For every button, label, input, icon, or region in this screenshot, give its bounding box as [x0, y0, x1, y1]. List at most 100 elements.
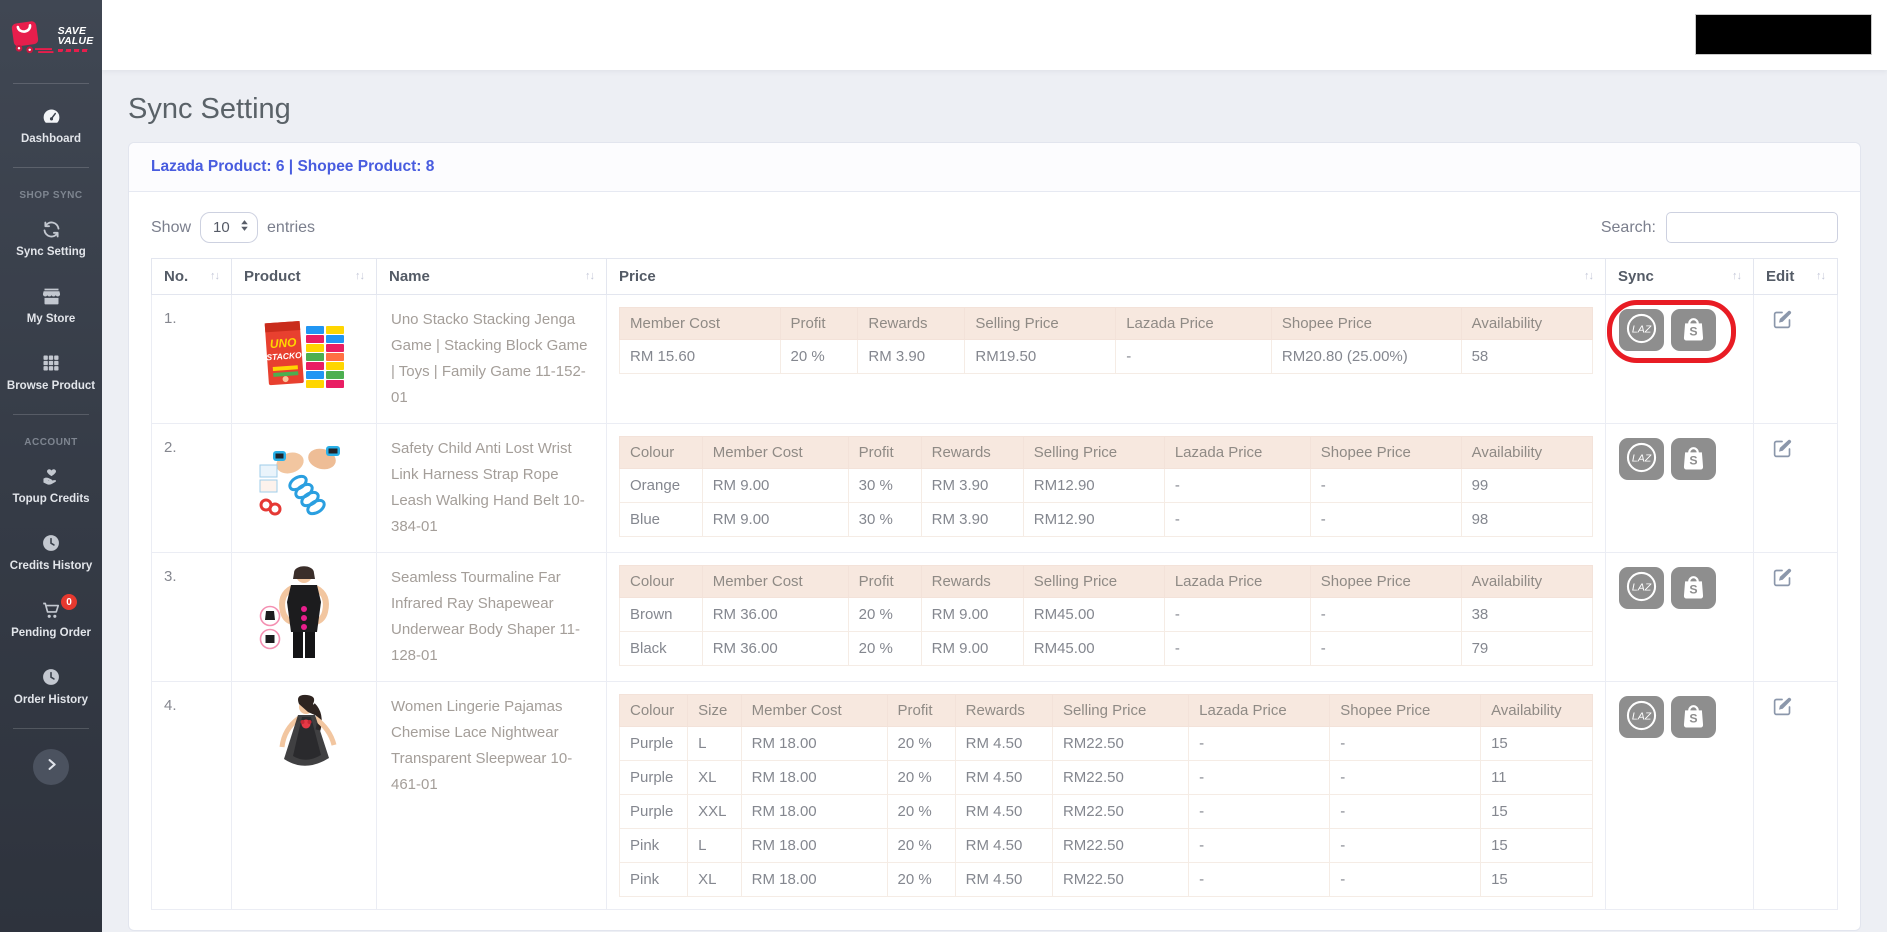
price-value: Pink [618, 862, 689, 897]
sidebar-item-dashboard[interactable]: Dashboard [0, 92, 102, 159]
price-value: RM 4.50 [954, 760, 1053, 795]
card-body: Show 10 entries Search: ↑↓ No. ↑↓ Produc… [129, 192, 1860, 930]
edit-button[interactable] [1772, 567, 1793, 593]
price-header-colour: Colour [619, 565, 703, 598]
price-value: 15 [1480, 862, 1593, 897]
sort-icon: ↑↓ [1584, 270, 1594, 282]
price-value: 20 % [886, 726, 956, 761]
speedometer-icon [40, 105, 62, 127]
column-header-sync[interactable]: ↑↓ Sync [1605, 258, 1754, 295]
price-header-rewards: Rewards [954, 694, 1053, 727]
row-number: 4. [151, 681, 232, 910]
shopee-icon: S [1678, 700, 1709, 734]
sidebar-collapse-button[interactable] [33, 749, 69, 785]
shopee-sync-button[interactable]: S [1671, 696, 1716, 738]
sidebar-item-credits-history[interactable]: Credits History [0, 519, 102, 586]
price-value: Purple [618, 726, 689, 761]
column-header-name[interactable]: ↑↓ Name [376, 258, 607, 295]
price-value: RM 9.00 [701, 468, 849, 503]
price-value: RM22.50 [1051, 726, 1190, 761]
sidebar-item-sync-setting[interactable]: Sync Setting [0, 205, 102, 272]
sidebar-divider [13, 414, 89, 415]
edit-cell [1753, 423, 1838, 553]
price-value: 15 [1480, 794, 1593, 829]
sync-icon [40, 218, 62, 240]
shopee-sync-button[interactable]: S [1671, 438, 1716, 480]
price-value: - [1188, 828, 1331, 863]
search-input[interactable] [1666, 212, 1838, 243]
product-name: Safety Child Anti Lost Wrist Link Harnes… [376, 423, 607, 553]
edit-button[interactable] [1772, 309, 1793, 335]
price-header-member-cost: Member Cost [619, 307, 781, 340]
main-area: Sync Setting Lazada Product: 6 | Shopee … [102, 0, 1887, 932]
lazada-sync-button[interactable]: LAZ [1619, 309, 1664, 351]
price-header-row: Colour Size Member Cost Profit Rewards Sellin… [618, 694, 1593, 727]
page-title: Sync Setting [128, 93, 291, 125]
clock-icon [40, 532, 62, 554]
topbar [102, 0, 1887, 70]
edit-button[interactable] [1772, 438, 1793, 464]
price-value: - [1329, 862, 1482, 897]
app-root: SAVE VALUE Dashboard SHOP SYNC Sync Settin… [0, 0, 1887, 932]
sidebar-item-order-history[interactable]: Order History [0, 653, 102, 720]
lazada-icon: LAZ [1624, 311, 1659, 349]
lazada-sync-button[interactable]: LAZ [1619, 438, 1664, 480]
edit-button[interactable] [1772, 696, 1793, 722]
sync-buttons: LAZ S [1619, 696, 1716, 738]
price-value: 98 [1460, 502, 1594, 537]
svg-text:LAZ: LAZ [1632, 453, 1652, 465]
column-label: Edit [1766, 268, 1795, 285]
price-value: 15 [1480, 828, 1593, 863]
price-header-selling-price: Selling Price [1051, 694, 1190, 727]
sidebar-divider [13, 83, 89, 84]
column-label: Price [619, 268, 656, 285]
product-name: Uno Stacko Stacking Jenga Game | Stackin… [376, 294, 607, 424]
price-value: RM 18.00 [740, 828, 888, 863]
page-size-control: Show 10 entries [151, 212, 315, 243]
price-value: RM 9.00 [920, 631, 1024, 666]
price-header-selling-price: Selling Price [1022, 436, 1165, 469]
shopee-icon: S [1678, 571, 1709, 605]
shopee-sync-button[interactable]: S [1671, 309, 1716, 351]
price-table: Colour Member Cost Profit Rewards Selling Pr… [619, 436, 1594, 537]
lazada-sync-button[interactable]: LAZ [1619, 567, 1664, 609]
product-name: Women Lingerie Pajamas Chemise Lace Nigh… [376, 681, 607, 910]
shopee-sync-button[interactable]: S [1671, 567, 1716, 609]
sidebar-item-browse-product[interactable]: Browse Product [0, 339, 102, 406]
lazada-icon: LAZ [1624, 440, 1659, 478]
price-header-row: Colour Member Cost Profit Rewards Selling Pr… [619, 436, 1594, 469]
column-header-price[interactable]: ↑↓ Price [606, 258, 1606, 295]
price-value: - [1188, 760, 1331, 795]
price-value: RM 18.00 [740, 726, 888, 761]
price-value: XXL [687, 794, 742, 829]
lingerie-sleepwear-image [231, 681, 377, 910]
price-row: Brown RM 36.00 20 % RM 9.00 RM45.00- -38 [619, 597, 1594, 632]
price-header-profit: Profit [779, 307, 859, 340]
price-value: 20 % [886, 862, 956, 897]
price-value: Pink [618, 828, 689, 863]
price-value: Blue [619, 502, 703, 537]
price-header-shopee-price: Shopee Price [1270, 307, 1462, 340]
sidebar-section-account: ACCOUNT [24, 437, 78, 448]
price-value: RM 9.00 [920, 597, 1024, 632]
sidebar-item-topup-credits[interactable]: Topup Credits [0, 452, 102, 519]
price-value: - [1309, 631, 1462, 666]
column-header-no[interactable]: ↑↓ No. [151, 258, 232, 295]
price-row: Black RM 36.00 20 % RM 9.00 RM45.00- -79 [619, 631, 1594, 666]
brand-logo[interactable]: SAVE VALUE [0, 0, 102, 75]
price-header-lazada-price: Lazada Price [1115, 307, 1272, 340]
price-cell: Colour Member Cost Profit Rewards Selling Pr… [606, 552, 1606, 682]
price-value: Orange [619, 468, 703, 503]
price-value: 20 % [886, 760, 956, 795]
price-header-colour: Colour [619, 436, 703, 469]
column-header-product[interactable]: ↑↓ Product [231, 258, 377, 295]
price-value: 20 % [779, 339, 859, 374]
page-size-select[interactable]: 10 [200, 212, 259, 243]
edit-cell [1753, 294, 1838, 424]
lazada-sync-button[interactable]: LAZ [1619, 696, 1664, 738]
price-header-availability: Availability [1460, 565, 1594, 598]
sidebar-item-my-store[interactable]: My Store [0, 272, 102, 339]
column-header-edit[interactable]: ↑↓ Edit [1753, 258, 1838, 295]
sidebar-item-pending-order[interactable]: 0 Pending Order [0, 586, 102, 653]
sidebar-item-label: Sync Setting [16, 246, 86, 258]
